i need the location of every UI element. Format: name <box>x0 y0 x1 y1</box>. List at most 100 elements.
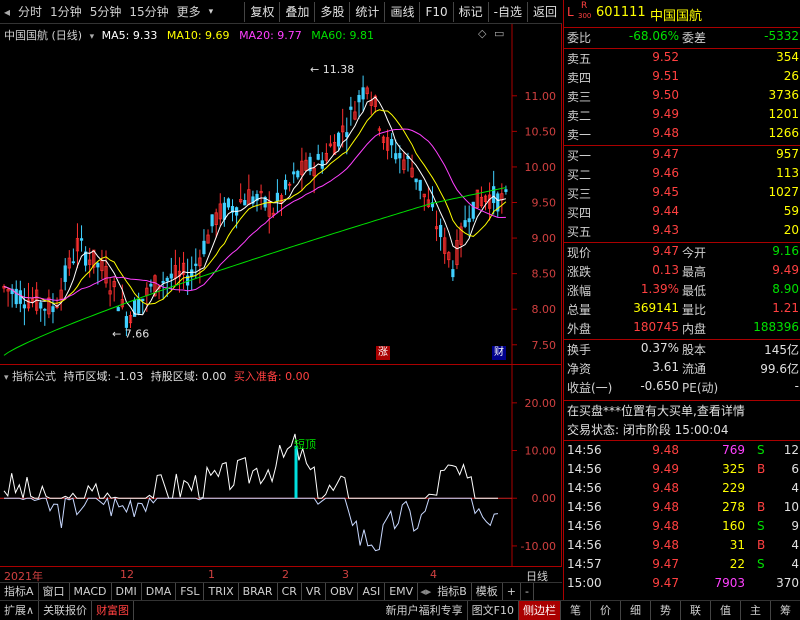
period-tab-1min[interactable]: 1分钟 <box>46 1 86 23</box>
big-order-notice[interactable]: 在买盘***位置有大买单,查看详情 <box>567 402 745 419</box>
quote-row: 涨跌 0.13 最高 9.49 <box>564 263 800 282</box>
tick-count: 4 <box>791 538 799 552</box>
rise-marker[interactable]: 涨 <box>376 346 390 360</box>
mark-button[interactable]: 标记 <box>452 1 488 22</box>
tab-trades[interactable]: 笔 <box>561 601 591 620</box>
statistics-button[interactable]: 统计 <box>349 1 384 22</box>
tick-price: 9.48 <box>652 481 679 495</box>
remove-watchlist-button[interactable]: -自选 <box>487 1 527 22</box>
tab-trend[interactable]: 势 <box>651 601 681 620</box>
add-pane-button[interactable]: + <box>503 583 522 600</box>
tab-main[interactable]: 主 <box>741 601 771 620</box>
trade-tick-row: 14:56 9.48 769 S 12 <box>564 443 800 462</box>
more-dropdown-icon[interactable]: ▾ <box>205 1 218 23</box>
bottom-tabs: 扩展∧ 关联报价 财富图 新用户福利专享 图文F10 侧边栏 笔 价 细 势 联… <box>0 600 800 620</box>
period-tab-15min[interactable]: 15分钟 <box>125 1 172 23</box>
tick-time: 14:56 <box>567 481 602 495</box>
tab-fsl[interactable]: FSL <box>176 583 205 600</box>
tab-dma[interactable]: DMA <box>142 583 177 600</box>
tab-dmi[interactable]: DMI <box>112 583 142 600</box>
ask-label: 卖五 <box>567 52 592 66</box>
f10-button[interactable]: F10 <box>419 1 452 22</box>
tab-emv[interactable]: EMV <box>385 583 419 600</box>
ask-row[interactable]: 卖五 9.52 354 <box>564 50 800 69</box>
bid-label: 买一 <box>567 149 592 163</box>
tab-cr[interactable]: CR <box>278 583 302 600</box>
tab-indicator-a[interactable]: 指标A <box>0 583 39 600</box>
status-row: 交易状态: 闭市阶段 15:00:04 <box>564 421 800 440</box>
tab-value[interactable]: 值 <box>711 601 741 620</box>
candlestick-chart[interactable]: 中国国航 (日线) ▾ MA5: 9.33 MA10: 9.69 MA20: 9… <box>0 24 562 364</box>
tab-related-quotes[interactable]: 关联报价 <box>39 601 93 620</box>
bid-row[interactable]: 买一 9.47 957 <box>564 147 800 166</box>
ask-row[interactable]: 卖四 9.51 26 <box>564 69 800 88</box>
candle-down <box>202 240 206 255</box>
tab-brar[interactable]: BRAR <box>239 583 278 600</box>
tab-wealth-chart[interactable]: 财富图 <box>92 601 135 620</box>
tab-vr[interactable]: VR <box>302 583 327 600</box>
back-button[interactable]: 返回 <box>526 1 562 22</box>
tab-prices[interactable]: 价 <box>591 601 621 620</box>
trade-tick-row: 14:56 9.48 31 B 4 <box>564 538 800 557</box>
tab-obv[interactable]: OBV <box>326 583 359 600</box>
tab-asi[interactable]: ASI <box>358 583 386 600</box>
tab-graphic-f10[interactable]: 图文F10 <box>468 601 519 620</box>
date-tick-2: 2 <box>282 568 289 581</box>
quote-value: 1.39% <box>640 282 679 296</box>
bid-price: 9.47 <box>652 147 679 161</box>
tick-price: 9.48 <box>652 500 679 514</box>
tick-direction: B <box>757 462 766 476</box>
fundamental-label: 净资 <box>567 362 592 376</box>
multi-stock-button[interactable]: 多股 <box>314 1 349 22</box>
candle-down <box>14 288 18 305</box>
candle-down <box>165 277 169 282</box>
tab-window[interactable]: 窗口 <box>39 583 70 600</box>
draw-line-button[interactable]: 画线 <box>384 1 419 22</box>
tick-direction: B <box>757 538 766 552</box>
indicator-chart[interactable]: ▾ 指标公式 持币区域: -1.03 持股区域: 0.00 买入准备: 0.00… <box>0 364 562 567</box>
notice-row[interactable]: 在买盘***位置有大买单,查看详情 <box>564 402 800 421</box>
overlay-button[interactable]: 叠加 <box>279 1 314 22</box>
bid-row[interactable]: 买三 9.45 1027 <box>564 185 800 204</box>
short-top-label: 短顶 <box>294 437 316 451</box>
low-price-annotation: ← 7.66 <box>112 327 149 340</box>
ask-volume: 3736 <box>768 88 799 102</box>
tab-detail[interactable]: 细 <box>621 601 651 620</box>
tick-direction: B <box>757 500 766 514</box>
tab-sidebar[interactable]: 侧边栏 <box>519 601 561 620</box>
new-user-promo-link[interactable]: 新用户福利专享 <box>382 601 468 620</box>
period-tab-5min[interactable]: 5分钟 <box>86 1 126 23</box>
tab-linked[interactable]: 联 <box>681 601 711 620</box>
period-tab-more[interactable]: 更多 <box>173 1 205 23</box>
ask-label: 卖三 <box>567 90 592 104</box>
bid-volume: 59 <box>783 204 799 218</box>
candle-down <box>79 238 84 241</box>
toolbar-arrow-icon[interactable]: ◂ <box>0 1 14 23</box>
date-tick-3: 3 <box>342 568 349 581</box>
badge-num: 300 <box>578 12 592 20</box>
bid-row[interactable]: 买五 9.43 20 <box>564 223 800 242</box>
ask-volume: 26 <box>783 69 799 83</box>
candle-down <box>504 189 508 192</box>
adjust-button[interactable]: 复权 <box>244 1 279 22</box>
tick-direction: S <box>757 443 765 457</box>
ask-row[interactable]: 卖一 9.48 1266 <box>564 126 800 145</box>
quote-label: 最高 <box>682 265 707 279</box>
candle-down <box>463 220 467 227</box>
remove-pane-button[interactable]: - <box>521 583 534 600</box>
bid-row[interactable]: 买二 9.46 113 <box>564 166 800 185</box>
period-tab-timeshare[interactable]: 分时 <box>14 1 46 23</box>
tab-template[interactable]: 模板 <box>472 583 503 600</box>
tab-macd[interactable]: MACD <box>70 583 112 600</box>
ask-row[interactable]: 卖三 9.50 3736 <box>564 88 800 107</box>
tabs-scroll-icon[interactable]: ◂▸ <box>418 583 433 600</box>
tab-indicator-b[interactable]: 指标B <box>433 583 472 600</box>
ask-row[interactable]: 卖二 9.49 1201 <box>564 107 800 126</box>
finance-marker[interactable]: 财 <box>492 346 506 360</box>
bid-row[interactable]: 买四 9.44 59 <box>564 204 800 223</box>
tab-trix[interactable]: TRIX <box>204 583 239 600</box>
tab-chips[interactable]: 筹 <box>771 601 800 620</box>
quote-row: 外盘 180745 内盘 188396 <box>564 320 800 339</box>
trading-status: 交易状态: 闭市阶段 15:00:04 <box>567 423 729 437</box>
expand-button[interactable]: 扩展∧ <box>0 601 40 620</box>
